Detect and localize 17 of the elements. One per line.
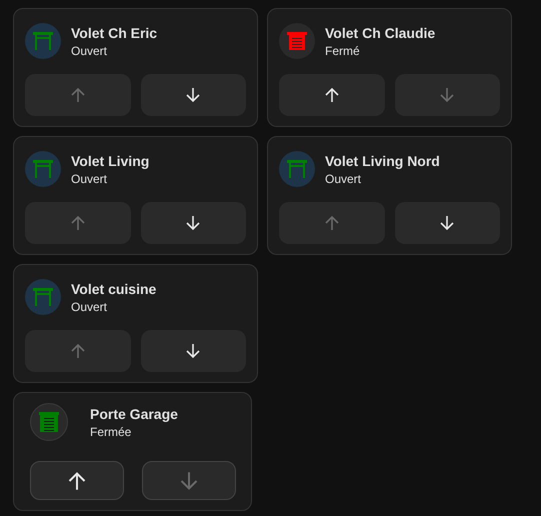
device-name: Volet Ch Claudie [325,24,436,40]
device-state: Ouvert [71,172,108,186]
device-state: Fermé [325,44,361,58]
open-button[interactable] [30,461,124,500]
device-name: Volet Living [71,152,150,168]
close-button[interactable] [140,330,246,372]
close-button[interactable] [140,202,246,244]
close-button[interactable] [394,202,500,244]
device-name: Volet cuisine [71,280,156,296]
device-name: Volet Living Nord [325,152,440,168]
device-name: Porte Garage [90,406,178,422]
device-state: Ouvert [71,300,108,314]
device-state: Ouvert [325,172,362,186]
close-button[interactable] [140,74,246,116]
device-state: Fermée [90,424,132,438]
device-state: Ouvert [71,44,108,58]
device-name: Volet Ch Eric [71,24,158,40]
